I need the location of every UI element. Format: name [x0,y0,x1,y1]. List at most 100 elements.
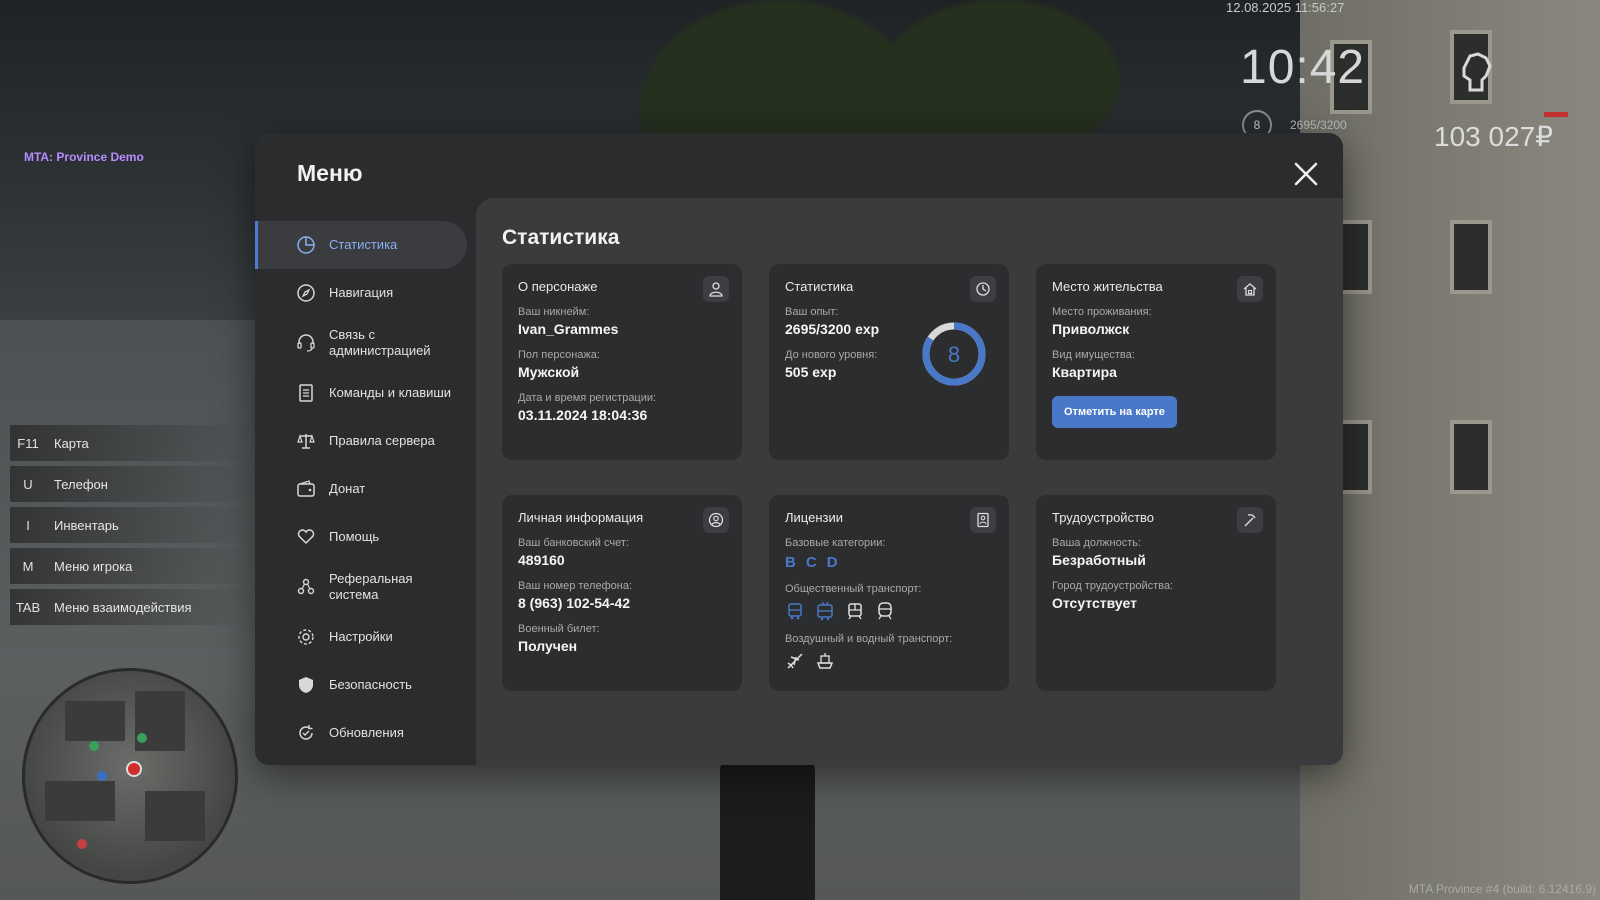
home-icon [1237,276,1263,302]
pie-chart-icon [297,236,315,254]
license-category: B [785,554,796,571]
place-value: Приволжск [1052,321,1130,337]
military-label: Военный билет: [518,623,600,635]
base-categories-label: Базовые категории: [785,537,886,549]
hotkey-interaction: TAB Меню взаимодействия [10,589,252,625]
position-value: Безработный [1052,552,1146,568]
users-icon [297,578,315,595]
nav-label: Навигация [329,285,394,300]
reg-label: Дата и время регистрации: [518,392,657,404]
nav-item-updates[interactable]: Обновления [255,709,467,757]
exp-label: Ваш опыт: [785,306,839,318]
nav-label: Связь с администрацией [329,327,431,358]
nav-item-help[interactable]: Помощь [255,513,467,561]
hud-datetime: 12.08.2025 11:56:27 [1226,0,1345,15]
employment-city-label: Город трудоустройства: [1052,580,1174,592]
server-title: MTA: Province Demo [24,150,144,164]
hotkey-key: F11 [17,435,39,451]
hotkey-key: U [23,476,33,492]
bank-label: Ваш банковский счет: [518,537,629,549]
user-icon [703,276,729,302]
license-category: D [826,554,838,571]
licenses-card: Лицензии Базовые категории: B C D Общест… [769,495,1009,691]
nav-item-navigation[interactable]: Навигация [255,269,467,317]
minimap [22,668,238,884]
fist-icon [1462,52,1492,92]
stats-card: Статистика Ваш опыт: 2695/3200 exp До но… [769,264,1009,460]
train-icon [878,602,892,620]
hotkey-label: Телефон [54,476,108,492]
bus-icon [788,603,802,620]
hotkey-player-menu: M Меню игрока [10,548,252,584]
card-title: Статистика [785,279,854,294]
boat-icon [816,653,834,669]
document-icon [299,384,313,402]
license-category: C [805,554,817,571]
heart-hand-icon [297,529,315,545]
scales-icon [297,434,315,449]
nav-item-statistics[interactable]: Статистика [255,221,467,269]
menu-title: Меню [297,160,363,186]
employment-city-value: Отсутствует [1052,595,1137,611]
nav-label: Донат [329,481,366,496]
clock-icon [970,276,996,302]
compass-icon [297,284,315,302]
nav-item-settings[interactable]: Настройки [255,613,467,661]
public-transport-icons [785,601,993,621]
license-icon [970,507,996,533]
minimap-player-marker [126,761,142,777]
nav-label: Статистика [329,237,398,252]
gender-label: Пол персонажа: [518,349,600,361]
hud-health-bar [1544,112,1568,117]
hotkey-phone: U Телефон [10,466,252,502]
gear-icon [298,629,314,645]
nav-item-security[interactable]: Безопасность [255,661,467,709]
build-info: MTA Province #4 (build: 6.12416.9) [1408,882,1596,896]
nav-label: Помощь [329,529,380,544]
character-card: О персонаже Ваш никнейм: Ivan_Grammes По… [502,264,742,460]
nav-item-rules[interactable]: Правила сервера [255,417,467,465]
employment-card: Трудоустройство Ваша должность: Безработ… [1036,495,1276,691]
military-value: Получен [518,638,578,654]
nav-item-donate[interactable]: Донат [255,465,467,513]
card-title: Лицензии [785,510,843,525]
property-type-label: Вид имущества: [1052,349,1135,361]
phone-value: 8 (963) 102-54-42 [518,595,631,611]
nav-label: Правила сервера [329,433,435,448]
air-water-transport-label: Воздушный и водный транспорт: [785,633,953,645]
menu-sidebar: Статистика Навигация Связь с администрац… [255,221,467,757]
hotkey-key: M [22,558,34,574]
menu-window: Меню Статистика Навигация Связь с админи… [255,133,1343,765]
mark-on-map-button[interactable]: Отметить на карте [1052,396,1177,428]
card-title: О персонаже [518,279,598,294]
wallet-icon [297,480,315,497]
place-label: Место проживания: [1052,306,1152,318]
trolleybus-icon [817,601,833,621]
nav-label: Настройки [329,629,393,644]
hud-exp: 2695/3200 [1290,118,1347,132]
nav-label: Обновления [329,725,404,740]
nick-value: Ivan_Grammes [518,321,619,337]
nav-label: Безопасность [329,677,412,692]
nav-item-referral[interactable]: Реферальная система [255,561,467,613]
refresh-icon [299,725,313,740]
hotkey-map: F11 Карта [10,425,252,461]
hotkey-label: Меню взаимодействия [54,599,192,615]
level-progress-ring: 8 [922,322,986,386]
residence-card: Место жительства Место проживания: Приво… [1036,264,1276,460]
content-panel: Статистика О персонаже Ваш никнейм: Ivan… [476,198,1343,765]
personal-info-card: Личная информация Ваш банковский счет: 4… [502,495,742,691]
hud-money: 103 027₽ [1434,121,1554,152]
nav-item-admin-contact[interactable]: Связь с администрацией [255,317,467,369]
nav-item-commands[interactable]: Команды и клавиши [255,369,467,417]
position-label: Ваша должность: [1052,537,1142,549]
player-character [720,760,815,900]
close-icon[interactable] [1291,159,1321,189]
phone-label: Ваш номер телефона: [518,580,633,592]
nav-label: Команды и клавиши [329,385,452,400]
gender-value: Мужской [518,364,580,380]
content-title: Статистика [502,226,620,249]
card-title: Место жительства [1052,279,1163,294]
hotkey-label: Карта [54,435,89,451]
tram-icon [848,603,862,620]
